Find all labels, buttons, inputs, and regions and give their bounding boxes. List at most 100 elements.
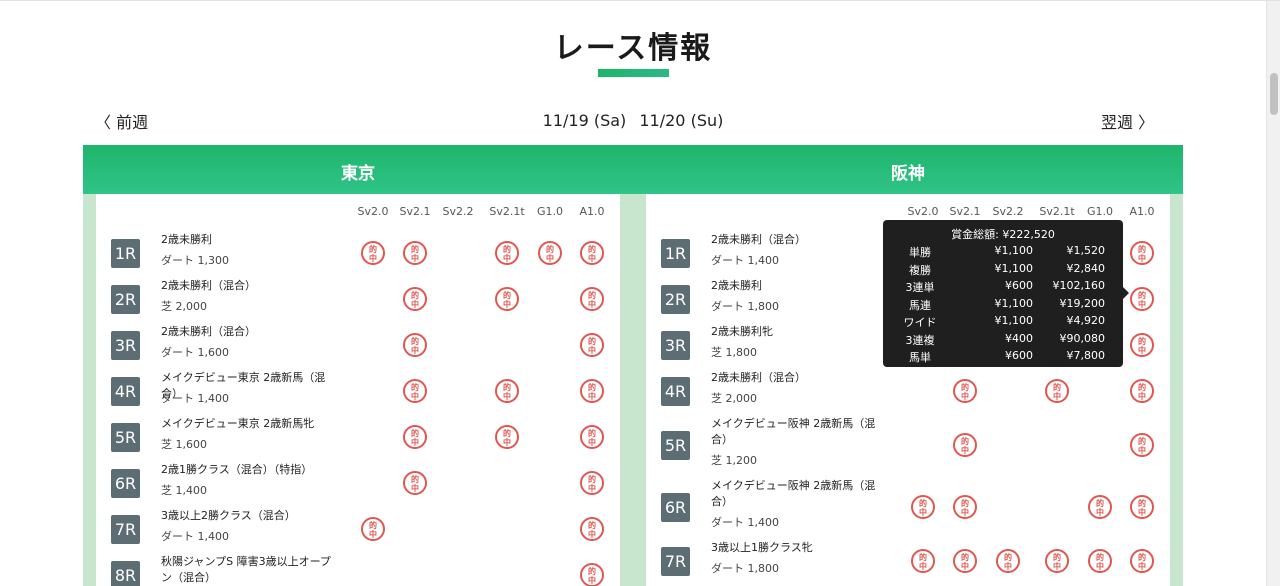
next-week-link[interactable]: 翌週 〉 [1101,109,1154,133]
hit-stamp-icon[interactable]: 的中 [580,471,604,495]
hit-stamp-icon[interactable]: 的中 [580,287,604,311]
hit-stamp-icon[interactable]: 的中 [580,241,604,265]
race-row[interactable]: 3R 2歳未勝利（混合） ダート 1,600 的中 的中 [96,320,620,366]
scrollbar[interactable] [1266,1,1280,586]
race-row[interactable]: 8R 秋陽ジャンプS 障害3歳以上オープン（混合） 的中 [96,550,620,586]
hit-stamp-icon[interactable]: 的中 [361,517,385,541]
hit-stamp-icon[interactable]: 的中 [953,433,977,457]
hit-stamp-icon[interactable]: 的中 [403,425,427,449]
hit-stamp-icon[interactable]: 的中 [403,379,427,403]
hit-stamp-icon[interactable]: 的中 [580,517,604,541]
hit-stamp-icon[interactable]: 的中 [1130,287,1154,311]
race-name[interactable]: 2歳未勝利牝 [711,324,891,340]
hit-stamp-icon[interactable]: 的中 [495,425,519,449]
race-row[interactable]: 2R 2歳未勝利（混合） 芝 2,000 的中 的中 的中 [96,274,620,320]
race-row[interactable]: 4R メイクデビュー東京 2歳新馬（混合） ダート 1,400 的中的中的中 [96,366,620,412]
race-number-badge[interactable]: 2R [111,284,140,314]
hit-stamp-icon[interactable]: 的中 [1130,549,1154,573]
race-row[interactable]: 7R 3歳以上2勝クラス（混合） ダート 1,400 的中 的中 [96,504,620,550]
hit-stamp-icon[interactable]: 的中 [1130,379,1154,403]
race-name[interactable]: 2歳未勝利 [711,278,891,294]
hit-stamp-icon[interactable]: 的中 [495,379,519,403]
race-row[interactable]: 5R メイクデビュー阪神 2歳新馬（混合） 芝 1,200 的中 的中 [646,412,1170,474]
date-tab-sun[interactable]: 11/20 (Su) [639,111,723,130]
hit-stamp-icon[interactable]: 的中 [403,471,427,495]
race-row[interactable]: 7R 3歳以上1勝クラス牝 ダート 1,800 的中的中的中的中的中的中 [646,536,1170,582]
hit-stamp-icon[interactable]: 的中 [1130,333,1154,357]
hit-stamp-icon[interactable]: 的中 [911,495,935,519]
race-row[interactable]: 5R メイクデビュー東京 2歳新馬牝芝 1,600 的中 的中 的中 [96,412,620,458]
date-tab-sat[interactable]: 11/19 (Sa) [543,111,627,130]
payout-amount: ¥4,920 [1066,314,1106,327]
race-name[interactable]: 2歳未勝利 [161,232,341,248]
race-number-badge[interactable]: 3R [111,330,140,360]
hit-stamp-icon[interactable]: 的中 [580,425,604,449]
race-row[interactable]: 6R メイクデビュー阪神 2歳新馬（混合） ダート 1,400 的中的中的中的中 [646,474,1170,536]
race-name[interactable]: 2歳未勝利（混合） [161,324,341,340]
predictor-header: Sv2.2 [992,205,1024,218]
race-number-badge[interactable]: 1R [111,238,140,268]
hit-stamp-icon[interactable]: 的中 [911,549,935,573]
hit-stamp-icon[interactable]: 的中 [953,549,977,573]
race-number-badge[interactable]: 5R [661,430,690,460]
tooltip-row: 単勝 ¥1,100 ¥1,520 [883,244,1123,261]
bet-amount: ¥600 [1005,349,1033,362]
race-name[interactable]: メイクデビュー東京 2歳新馬牝 [161,416,341,432]
race-name[interactable]: 2歳未勝利（混合） [161,278,341,294]
hit-stamp-icon[interactable]: 的中 [1045,379,1069,403]
hit-stamp-icon[interactable]: 的中 [580,379,604,403]
race-number-badge[interactable]: 7R [111,514,140,544]
hit-stamp-icon[interactable]: 的中 [580,333,604,357]
race-name[interactable]: 2歳未勝利（混合） [711,232,891,248]
race-number-badge[interactable]: 5R [111,422,140,452]
race-number-badge[interactable]: 4R [661,376,690,406]
race-name[interactable]: メイクデビュー阪神 2歳新馬（混合） [711,478,891,510]
hit-stamp-icon[interactable]: 的中 [996,549,1020,573]
hit-stamp-icon[interactable]: 的中 [538,241,562,265]
scrollbar-thumb[interactable] [1270,73,1278,115]
race-number-badge[interactable]: 6R [661,492,690,522]
hit-stamp-icon[interactable]: 的中 [580,563,604,586]
hit-stamp-icon[interactable]: 的中 [403,241,427,265]
race-name[interactable]: メイクデビュー阪神 2歳新馬（混合） [711,416,891,448]
race-course: ダート 1,300 [161,254,229,267]
hit-stamp-icon[interactable]: 的中 [1130,241,1154,265]
race-row[interactable]: 4R 2歳未勝利（混合） 芝 2,000 的中 的中 的中 [646,366,1170,412]
race-name[interactable]: 秋陽ジャンプS 障害3歳以上オープン（混合） [161,554,341,586]
race-number-badge[interactable]: 7R [661,546,690,576]
race-name[interactable]: 2歳1勝クラス（混合）（特指） [161,462,341,478]
hit-stamp-icon[interactable]: 的中 [403,333,427,357]
race-course: 芝 1,200 [711,454,757,467]
hit-stamp-icon[interactable]: 的中 [953,379,977,403]
predictor-header: Sv2.1t [489,205,525,218]
predictor-header: A1.0 [1129,205,1155,218]
race-name[interactable]: 3歳以上2勝クラス（混合） [161,508,341,524]
hit-stamp-icon[interactable]: 的中 [1088,549,1112,573]
hit-stamp-icon[interactable]: 的中 [361,241,385,265]
bet-type: 馬連 [909,298,931,312]
race-name[interactable]: 2歳未勝利（混合） [711,370,891,386]
payout-amount: ¥19,200 [1059,296,1106,310]
page-title: レース情報 [553,31,713,66]
bet-type: 馬単 [909,351,931,364]
hit-stamp-icon[interactable]: 的中 [1130,495,1154,519]
race-name[interactable]: 3歳以上1勝クラス牝 [711,540,891,556]
race-course: ダート 1,800 [711,562,779,575]
race-number-badge[interactable]: 2R [661,284,690,314]
race-number-badge[interactable]: 1R [661,238,690,268]
race-number-badge[interactable]: 4R [111,376,140,406]
race-row[interactable]: 6R 2歳1勝クラス（混合）（特指） 芝 1,400 的中 的中 [96,458,620,504]
hit-stamp-icon[interactable]: 的中 [495,287,519,311]
hit-stamp-icon[interactable]: 的中 [1045,549,1069,573]
hit-stamp-icon[interactable]: 的中 [403,287,427,311]
hit-stamp-icon[interactable]: 的中 [495,241,519,265]
hit-stamp-icon[interactable]: 的中 [1130,433,1154,457]
race-course: ダート 1,400 [161,530,229,543]
hit-stamp-icon[interactable]: 的中 [1088,495,1112,519]
race-number-badge[interactable]: 3R [661,330,690,360]
race-number-badge[interactable]: 6R [111,468,140,498]
race-row[interactable]: 1R 2歳未勝利 ダート 1,300 的中的中的中的中的中 [96,228,620,274]
tooltip-row: ワイド ¥1,100 ¥4,920 [883,314,1123,331]
hit-stamp-icon[interactable]: 的中 [953,495,977,519]
race-number-badge[interactable]: 8R [111,560,140,586]
